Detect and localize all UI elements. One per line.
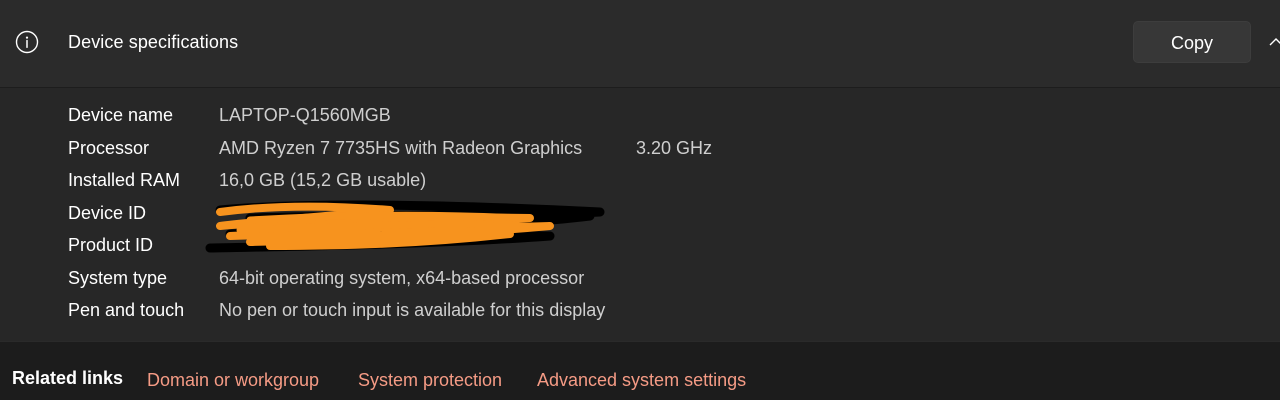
info-icon	[15, 30, 39, 54]
spec-value: 64-bit operating system, x64-based proce…	[219, 268, 585, 288]
spec-value: LAPTOP-Q1560MGB	[219, 105, 391, 125]
spec-label: Pen and touch	[68, 300, 185, 320]
spec-row-device-name: Device name LAPTOP-Q1560MGB	[0, 99, 1280, 131]
spec-row-installed-ram: Installed RAM 16,0 GB (15,2 GB usable)	[0, 164, 1280, 196]
related-links-bar: Related links Domain or workgroup System…	[0, 341, 1280, 400]
spec-row-pen-and-touch: Pen and touch No pen or touch input is a…	[0, 294, 1280, 326]
spec-label: Processor	[68, 138, 150, 158]
section-title: Device specifications	[68, 32, 239, 52]
spec-row-processor: Processor AMD Ryzen 7 7735HS with Radeon…	[0, 132, 1280, 164]
system-protection-link[interactable]: System protection	[358, 370, 502, 391]
spec-label: Device ID	[68, 203, 147, 223]
chevron-up-icon[interactable]	[1266, 34, 1280, 50]
redaction-scribble	[205, 200, 605, 253]
spec-row-system-type: System type 64-bit operating system, x64…	[0, 262, 1280, 294]
settings-page: Device specifications Copy Device name L…	[0, 0, 1280, 400]
advanced-system-settings-link[interactable]: Advanced system settings	[537, 370, 746, 391]
related-links-title: Related links	[12, 368, 124, 388]
spec-label: Device name	[68, 105, 174, 125]
spec-label: Product ID	[68, 235, 154, 255]
spec-label: System type	[68, 268, 168, 288]
copy-button[interactable]: Copy	[1133, 21, 1251, 63]
spec-value: No pen or touch input is available for t…	[219, 300, 606, 320]
spec-value: AMD Ryzen 7 7735HS with Radeon Graphics	[219, 138, 583, 158]
spec-label: Installed RAM	[68, 170, 181, 190]
spec-value: 16,0 GB (15,2 GB usable)	[219, 170, 427, 190]
device-specifications-header[interactable]: Device specifications Copy	[0, 0, 1280, 88]
domain-or-workgroup-link[interactable]: Domain or workgroup	[147, 370, 319, 391]
processor-speed: 3.20 GHz	[636, 138, 713, 158]
